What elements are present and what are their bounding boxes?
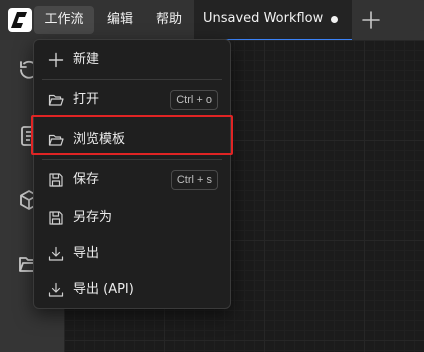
folder-open-icon (48, 92, 64, 108)
menu-item-label: 保存 (73, 172, 100, 187)
download-icon (48, 282, 64, 298)
menu-divider (42, 159, 222, 160)
menu-item-label: 打开 (73, 92, 100, 107)
folder-open-icon (48, 132, 64, 148)
app-logo-icon[interactable] (8, 8, 32, 32)
shortcut-badge: Ctrl + s (170, 170, 218, 190)
menu-workflow[interactable]: 工作流 (34, 6, 94, 34)
top-menubar: 工作流 编辑 帮助 Unsaved Workflow (0, 0, 424, 40)
menu-item-new[interactable]: 新建 (42, 45, 222, 75)
new-tab-plus-icon[interactable] (360, 9, 382, 31)
menu-item-label: 导出 (73, 246, 100, 261)
menu-item-export-api[interactable]: 导出 (API) (42, 275, 222, 305)
menu-item-save-as[interactable]: 另存为 (42, 203, 222, 233)
shortcut-badge: Ctrl + o (170, 90, 218, 110)
menu-item-label: 导出 (API) (73, 282, 134, 297)
menu-item-label: 另存为 (73, 210, 113, 225)
menu-item-browse-templates[interactable]: 浏览模板 (42, 125, 222, 155)
tab-title: Unsaved Workflow (203, 11, 324, 26)
save-icon (48, 210, 64, 226)
menu-edit[interactable]: 编辑 (100, 6, 140, 34)
plus-icon (48, 52, 64, 68)
menu-item-label: 浏览模板 (73, 132, 126, 147)
menu-divider (42, 79, 222, 80)
menu-help[interactable]: 帮助 (148, 6, 190, 34)
menu-item-label: 新建 (73, 52, 100, 67)
unsaved-indicator-icon[interactable] (331, 16, 338, 23)
download-icon (48, 246, 64, 262)
menu-item-open[interactable]: 打开 Ctrl + o (42, 85, 222, 115)
menu-item-export[interactable]: 导出 (42, 239, 222, 269)
save-icon (48, 172, 64, 188)
workflow-dropdown-menu: 新建 打开 Ctrl + o 浏览模板 保存 Ctrl + s 另存为 导出 导… (33, 39, 231, 309)
menu-item-save[interactable]: 保存 Ctrl + s (42, 165, 222, 195)
workflow-tab[interactable]: Unsaved Workflow (194, 0, 352, 40)
